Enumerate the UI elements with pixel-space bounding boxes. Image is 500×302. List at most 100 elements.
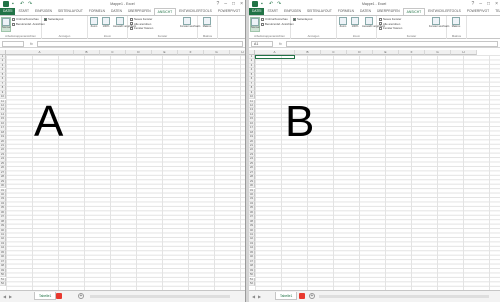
undo-icon[interactable]: ↶ <box>20 1 25 7</box>
macros-group-label: Makros <box>451 34 462 38</box>
pagebreak-button[interactable]: Umbruchvorschau <box>12 17 39 21</box>
tab-powerpivot[interactable]: POWERPIVOT <box>215 8 243 15</box>
zoom-selection-button[interactable]: Auswahl vergrößern <box>362 17 385 32</box>
tab-einfügen[interactable]: EINFÜGEN <box>32 8 55 15</box>
freeze-panes-button[interactable]: Fenster fixieren <box>130 26 153 30</box>
switch-window-button[interactable]: Fenster wechseln <box>180 17 200 32</box>
custom-views-button[interactable]: Benutzerdef. Ansichten <box>261 22 294 26</box>
close-icon[interactable]: × <box>495 1 498 7</box>
fx-icon[interactable]: fx <box>279 42 282 46</box>
minimize-icon[interactable]: – <box>224 1 227 7</box>
close-icon[interactable]: × <box>240 1 243 7</box>
redo-icon[interactable]: ↷ <box>277 1 282 7</box>
formula-bar: A1 fx <box>249 41 500 48</box>
sheet-tab[interactable]: Tabelle1 <box>275 292 298 300</box>
tab-start[interactable]: START <box>15 8 32 15</box>
zoom-button[interactable]: Zoom <box>338 17 348 32</box>
prev-sheet-icon[interactable]: ◀ <box>252 294 255 299</box>
show-group-label: Anzeigen <box>58 34 71 38</box>
custom-views-button[interactable]: Benutzerdef. Ansichten <box>12 22 45 26</box>
cell-area[interactable] <box>255 55 500 290</box>
redo-icon[interactable]: ↷ <box>28 1 33 7</box>
macros-group-label: Makros <box>202 34 213 38</box>
window-group-label: Fenster <box>406 34 417 38</box>
views-group-label: Arbeitsmappenansichten <box>254 34 285 38</box>
save-icon[interactable]: ▪ <box>261 1 266 7</box>
quick-access-toolbar: ▪ ↶ ↷ <box>0 1 33 7</box>
tab-entwicklertools[interactable]: ENTWICKLERTOOLS <box>425 8 464 15</box>
spreadsheet-grid[interactable]: ABCDEFGH 1 2 3 4 5 6 7 8 9 10 11 12 13 14 15 16 17 18 19 20… <box>249 50 500 290</box>
zoom-button[interactable]: Zoom <box>89 17 99 32</box>
formula-input[interactable] <box>36 41 243 47</box>
sheet-tab[interactable]: Tabelle1 <box>34 292 57 300</box>
save-icon[interactable]: ▪ <box>12 1 17 7</box>
name-box[interactable] <box>2 41 24 47</box>
tab-einfügen[interactable]: EINFÜGEN <box>281 8 304 15</box>
show-ruler-check[interactable]: Seitenlayout <box>44 17 63 21</box>
maximize-icon[interactable]: □ <box>487 1 490 7</box>
excel-icon <box>252 1 258 7</box>
tab-daten[interactable]: DATEN <box>108 8 125 15</box>
tab-datei[interactable]: DATEI <box>249 8 265 15</box>
macros-group: Makros Makros <box>447 16 467 39</box>
zoom-100-button[interactable]: 100% <box>350 17 360 32</box>
window-title: Mappe1 - Excel <box>110 2 135 6</box>
active-cell[interactable] <box>255 55 295 60</box>
macros-button[interactable]: Makros <box>451 17 461 32</box>
horizontal-scrollbar[interactable] <box>319 295 489 298</box>
sheet-tab-bar: ◀ ▶ Tabelle1 + <box>249 290 500 302</box>
add-sheet-icon[interactable]: + <box>309 293 315 299</box>
tab-formeln[interactable]: FORMELN <box>86 8 108 15</box>
minimize-icon[interactable]: – <box>479 1 482 7</box>
tab-überprüfen[interactable]: ÜBERPRÜFEN <box>374 8 403 15</box>
tab-powerpivot[interactable]: POWERPIVOT <box>464 8 492 15</box>
tab-ansicht[interactable]: ANSICHT <box>153 8 177 15</box>
help-icon[interactable]: ? <box>216 1 219 7</box>
tab-daten[interactable]: DATEN <box>357 8 374 15</box>
tab-überprüfen[interactable]: ÜBERPRÜFEN <box>125 8 154 15</box>
tab-team[interactable]: TEAM <box>492 8 500 15</box>
tab-formeln[interactable]: FORMELN <box>335 8 357 15</box>
zoom-selection-button[interactable]: Auswahl vergrößern <box>113 17 136 32</box>
tab-start[interactable]: START <box>264 8 281 15</box>
maximize-icon[interactable]: □ <box>232 1 235 7</box>
spreadsheet-grid[interactable]: ABCDEFGH 1 2 3 4 5 6 7 8 9 10 11 12 13 14 15 16 17 18 19 20… <box>0 50 245 290</box>
show-ruler-check[interactable]: Seitenlayout <box>293 17 312 21</box>
show-group: Seitenlayout Anzeigen <box>42 16 88 39</box>
pagebreak-button[interactable]: Umbruchvorschau <box>261 17 288 21</box>
formula-input[interactable] <box>285 41 498 47</box>
next-sheet-icon[interactable]: ▶ <box>9 294 12 299</box>
tab-entwicklertools[interactable]: ENTWICKLERTOOLS <box>176 8 215 15</box>
normal-view-button[interactable]: Normal <box>1 17 11 32</box>
cell-area[interactable] <box>6 55 245 290</box>
sheet-tab-bar: ◀ ▶ Tabelle1 + <box>0 290 245 302</box>
undo-icon[interactable]: ↶ <box>269 1 274 7</box>
new-window-button[interactable]: Neues Fenster <box>130 17 152 21</box>
next-sheet-icon[interactable]: ▶ <box>258 294 261 299</box>
tab-seitenlayout[interactable]: SEITENLAYOUT <box>304 8 335 15</box>
ribbon: Normal Umbruchvorschau Benutzerdef. Ansi… <box>0 15 245 39</box>
prev-sheet-icon[interactable]: ◀ <box>3 294 6 299</box>
zoom-group-label: Zoom <box>103 34 112 38</box>
normal-view-button[interactable]: Normal <box>250 17 260 32</box>
switch-window-button[interactable]: Fenster wechseln <box>429 17 449 32</box>
tab-team[interactable]: TEAM <box>243 8 245 15</box>
ribbon-tabs: DATEI START EINFÜGEN SEITENLAYOUT FORMELN DAT… <box>249 8 500 15</box>
horizontal-scrollbar[interactable] <box>90 295 230 298</box>
macros-button[interactable]: Makros <box>202 17 212 32</box>
new-window-button[interactable]: Neues Fenster <box>379 17 401 21</box>
tab-datei[interactable]: DATEI <box>0 8 16 15</box>
arrange-all-button[interactable]: Alle anordnen <box>130 22 151 26</box>
tab-seitenlayout[interactable]: SEITENLAYOUT <box>55 8 86 15</box>
zoom-group: Zoom 100% Auswahl vergrößern Zoom <box>337 16 385 39</box>
quick-access-toolbar: ▪ ↶ ↷ <box>249 1 282 7</box>
zoom-100-button[interactable]: 100% <box>101 17 111 32</box>
add-sheet-icon[interactable]: + <box>78 293 84 299</box>
zoom-group-label: Zoom <box>352 34 361 38</box>
arrange-all-button[interactable]: Alle anordnen <box>379 22 400 26</box>
fx-icon[interactable]: fx <box>30 42 33 46</box>
help-icon[interactable]: ? <box>471 1 474 7</box>
name-box[interactable]: A1 <box>251 41 273 47</box>
freeze-panes-button[interactable]: Fenster fixieren <box>379 26 402 30</box>
tab-ansicht[interactable]: ANSICHT <box>402 8 426 15</box>
